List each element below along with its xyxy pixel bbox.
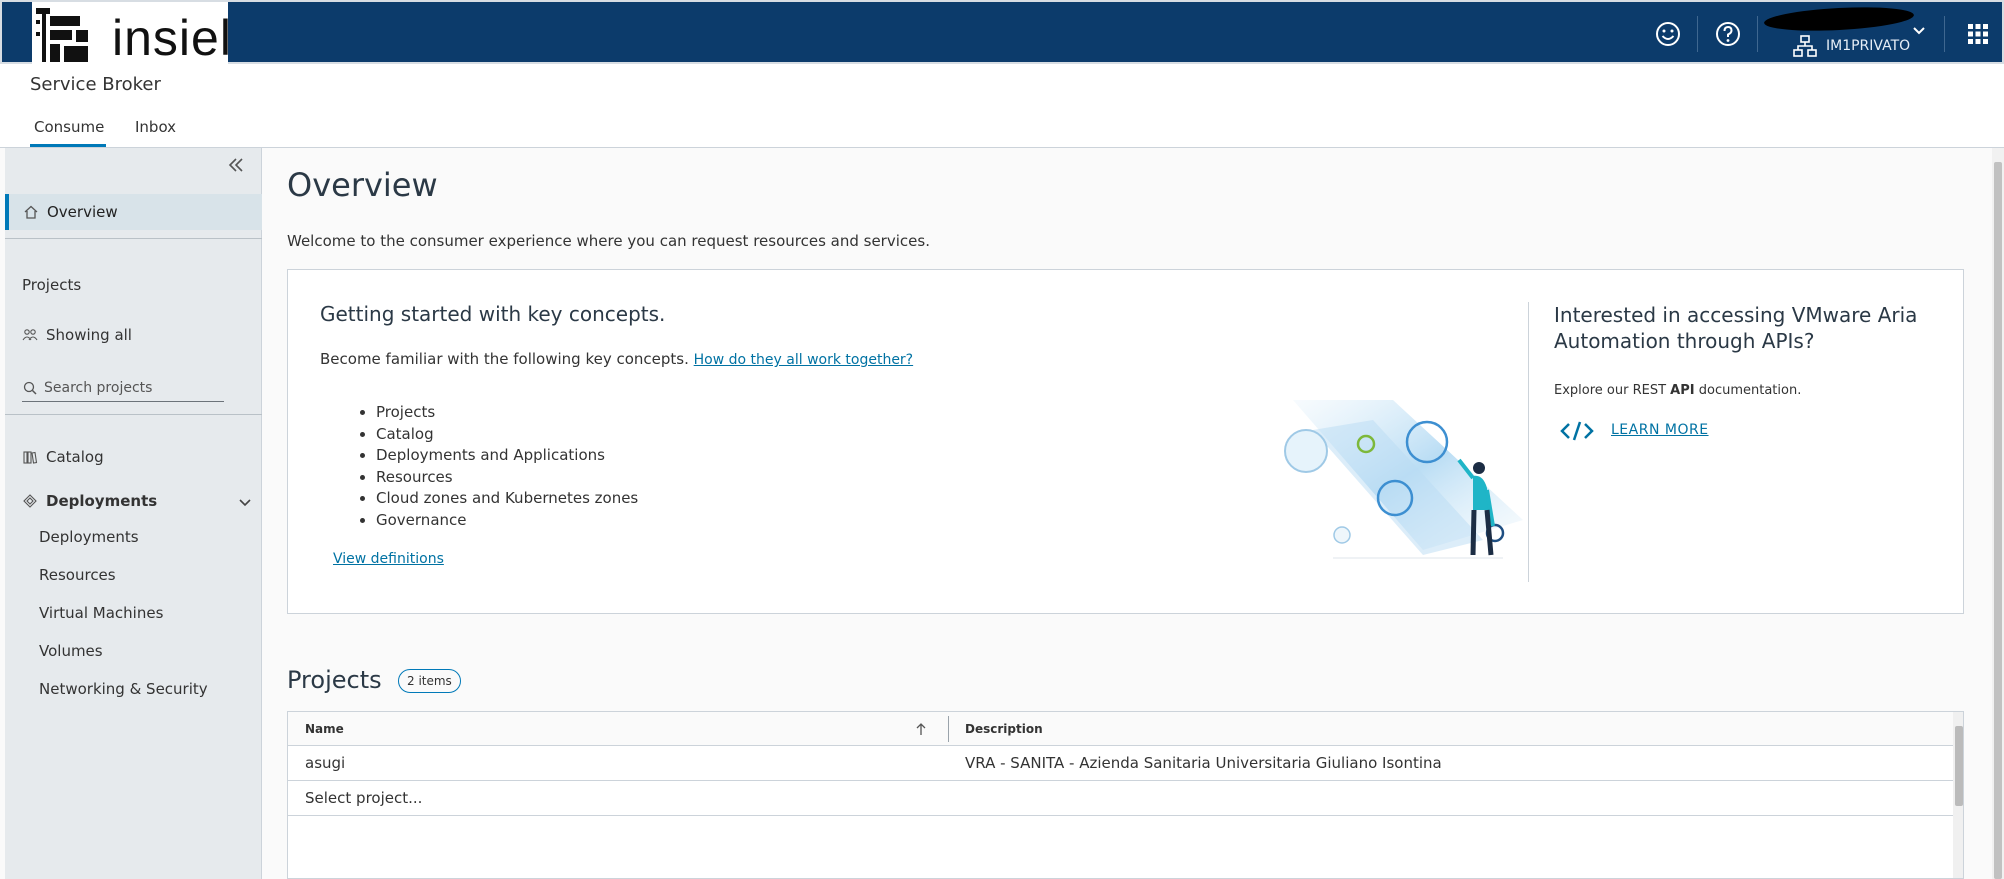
home-icon [24, 205, 38, 219]
org-switcher[interactable]: IM1PRIVATO [1792, 34, 1910, 58]
cell-name: asugi [305, 754, 346, 772]
api-explore-text: Explore our REST API documentation. [1554, 383, 1801, 398]
app-title: Service Broker [30, 74, 161, 95]
sidebar: Overview Projects Showing all Catalog [5, 148, 262, 879]
scrollbar-thumb[interactable] [1994, 162, 2002, 879]
api-explore-prefix: Explore our REST [1554, 383, 1667, 398]
learn-more-link[interactable]: LEARN MORE [1611, 422, 1709, 438]
sidebar-item-networking-security[interactable]: Networking & Security [39, 680, 208, 698]
list-item: Cloud zones and Kubernetes zones [376, 488, 638, 510]
header-separator [1757, 16, 1758, 52]
main-content: Overview Welcome to the consumer experie… [262, 148, 1992, 879]
list-item: Governance [376, 510, 638, 532]
view-definitions-link[interactable]: View definitions [333, 551, 444, 567]
api-title: Interested in accessing VMware Aria Auto… [1554, 303, 1918, 353]
sidebar-item-catalog[interactable]: Catalog [22, 448, 104, 466]
list-item: Catalog [376, 424, 638, 446]
scrollbar-thumb[interactable] [1955, 726, 1963, 806]
card-divider [1528, 302, 1529, 582]
org-icon [1793, 35, 1817, 57]
sidebar-item-overview[interactable]: Overview [5, 194, 262, 230]
concepts-list: Projects Catalog Deployments and Applica… [376, 402, 638, 531]
chevron-down-icon[interactable] [237, 494, 253, 510]
list-item: Resources [376, 467, 638, 489]
divider [5, 238, 262, 239]
projects-heading: Projects [22, 276, 82, 294]
search-projects-field[interactable] [22, 374, 224, 402]
top-header: insiel IM1PRIVATO [0, 0, 2004, 66]
getting-started-card: Getting started with key concepts. Becom… [287, 269, 1964, 614]
chevron-down-icon[interactable] [1908, 20, 1930, 42]
table-row[interactable]: Select project... [288, 781, 1953, 816]
deployments-icon [23, 494, 37, 508]
header-separator [1944, 16, 1945, 52]
apps-grid-icon[interactable] [1962, 18, 1994, 50]
cell-name: Select project... [305, 789, 423, 807]
list-item: Deployments and Applications [376, 445, 638, 467]
table-row[interactable]: asugi VRA - SANITA - Azienda Sanitaria U… [288, 746, 1953, 781]
list-item: Projects [376, 402, 638, 424]
smiley-icon[interactable] [1652, 18, 1684, 50]
sidebar-item-resources[interactable]: Resources [39, 566, 116, 584]
catalog-icon [23, 451, 38, 464]
intro-text: Become familiar with the following key c… [320, 350, 689, 368]
column-resize-handle[interactable] [948, 716, 949, 742]
welcome-text: Welcome to the consumer experience where… [287, 232, 930, 250]
tab-consume[interactable]: Consume [30, 118, 106, 147]
projects-filter[interactable]: Showing all [22, 326, 132, 344]
tab-inbox[interactable]: Inbox [135, 118, 176, 144]
api-explore-suffix: documentation. [1698, 383, 1802, 398]
sidebar-item-virtual-machines[interactable]: Virtual Machines [39, 604, 163, 622]
collapse-sidebar-icon[interactable] [225, 154, 247, 176]
logo-text: insiel [112, 10, 232, 66]
getting-started-intro: Become familiar with the following key c… [320, 350, 913, 368]
showing-all-label: Showing all [46, 326, 132, 344]
app-subheader: Service Broker Consume Inbox [0, 64, 2004, 148]
logo[interactable]: insiel [32, 2, 231, 66]
sidebar-item-deployments[interactable]: Deployments [39, 528, 139, 546]
column-header-name[interactable]: Name [305, 722, 344, 736]
logo-mark-icon [36, 8, 88, 62]
divider [5, 414, 262, 415]
search-icon [23, 381, 37, 395]
search-projects-input[interactable] [44, 379, 214, 396]
page-title: Overview [287, 166, 438, 204]
cell-description: VRA - SANITA - Azienda Sanitaria Univers… [965, 754, 1442, 772]
code-icon [1560, 421, 1594, 441]
projects-table: Name Description asugi VRA - SANITA - Az… [287, 711, 1964, 879]
help-icon[interactable] [1712, 18, 1744, 50]
table-header: Name Description [288, 712, 1953, 746]
column-header-description[interactable]: Description [965, 722, 1043, 736]
sidebar-group-deployments[interactable]: Deployments [22, 492, 157, 510]
page-scrollbar[interactable] [1992, 148, 2004, 879]
api-explore-bold: API [1670, 383, 1695, 398]
table-scrollbar[interactable] [1953, 712, 1963, 878]
concepts-illustration [1284, 400, 1523, 559]
sidebar-item-volumes[interactable]: Volumes [39, 642, 103, 660]
sort-ascending-icon[interactable] [914, 721, 928, 737]
projects-count-badge: 2 items [398, 669, 461, 693]
redacted-username [1763, 4, 1915, 34]
getting-started-title: Getting started with key concepts. [320, 302, 666, 326]
header-separator [1697, 16, 1698, 52]
sidebar-item-label: Overview [47, 203, 118, 221]
how-together-link[interactable]: How do they all work together? [694, 352, 913, 368]
sidebar-item-label: Catalog [46, 448, 104, 466]
org-name: IM1PRIVATO [1826, 38, 1911, 54]
projects-title: Projects [287, 666, 382, 694]
group-icon [22, 329, 38, 341]
sidebar-group-label: Deployments [46, 492, 158, 510]
